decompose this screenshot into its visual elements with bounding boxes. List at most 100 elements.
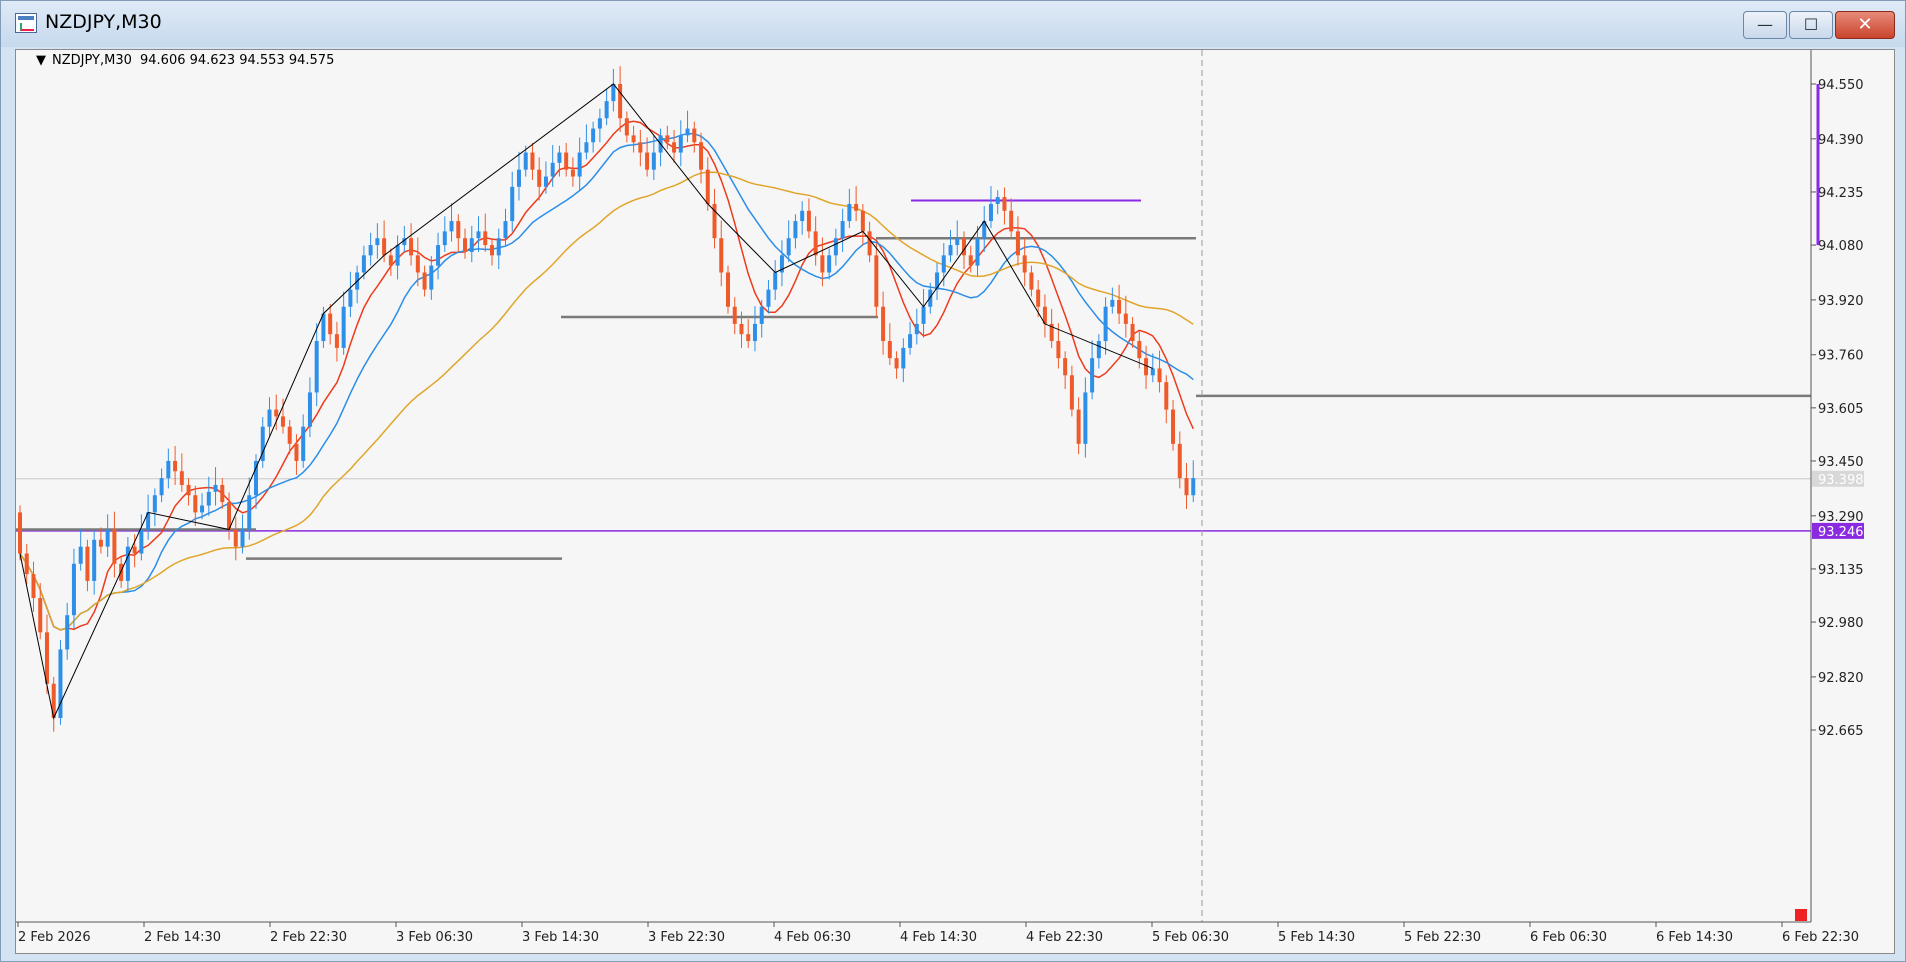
fast-ma-line (19, 120, 1194, 631)
bear-candle (705, 169, 710, 204)
bull-candle (375, 238, 380, 246)
bear-candle (860, 210, 865, 232)
bear-candle (638, 142, 643, 153)
bear-candle (672, 142, 677, 153)
bear-candle (132, 546, 137, 554)
bear-candle (1069, 375, 1074, 410)
bear-candle (1022, 255, 1027, 273)
price-tick-label: 93.605 (1818, 402, 1864, 417)
bull-candle (611, 84, 616, 102)
bull-candle (105, 529, 110, 547)
bear-candle (968, 255, 973, 266)
bull-candle (914, 323, 919, 335)
bear-candle (820, 255, 825, 273)
chart-area[interactable]: 94.550 94.390 94.235 94.080 93.920 93.760 93.6… (15, 49, 1895, 954)
time-tick-label: 4 Feb 06:30 (774, 930, 851, 945)
bear-candle (24, 553, 29, 575)
symbol-menu-icon[interactable]: ▼ (36, 53, 46, 68)
bull-candle (793, 221, 798, 239)
bear-candle (409, 238, 414, 256)
bear-candle (220, 484, 225, 503)
bull-candle (503, 221, 508, 239)
bull-candle (1103, 306, 1108, 342)
time-tick-label: 5 Feb 06:30 (1152, 930, 1229, 945)
time-tick-label: 2 Feb 2026 (18, 930, 91, 945)
bear-candle (867, 231, 872, 256)
bull-candle (1150, 368, 1155, 376)
bear-candle (1184, 478, 1189, 496)
bull-candle (800, 210, 805, 222)
bear-candle (537, 169, 542, 187)
bear-candle (415, 255, 420, 273)
price-tick-label: 92.820 (1818, 671, 1864, 686)
bull-candle (206, 491, 211, 506)
bull-candle (361, 255, 366, 273)
bull-candle (995, 197, 1000, 204)
bull-candle (1090, 358, 1095, 393)
bear-candle (463, 238, 468, 252)
bull-candle (773, 272, 778, 290)
bull-candle (752, 323, 757, 342)
price-tick-label: 94.550 (1818, 78, 1864, 93)
bull-candle (58, 649, 63, 719)
bear-candle (186, 484, 191, 496)
bull-candle (577, 152, 582, 177)
bull-candle (1191, 478, 1196, 496)
bear-candle (382, 238, 387, 256)
price-chart[interactable]: 94.550 94.390 94.235 94.080 93.920 93.760 93.6… (16, 50, 1894, 953)
bear-candle (813, 231, 818, 256)
bear-candle (874, 255, 879, 307)
bull-candle (597, 118, 602, 129)
bull-candle (840, 221, 845, 239)
bear-candle (624, 118, 629, 136)
bear-candle (726, 272, 730, 307)
bull-candle (786, 238, 791, 256)
ohlc-values: 94.606 94.623 94.553 94.575 (140, 53, 334, 68)
bull-candle (651, 152, 656, 170)
bear-candle (732, 306, 737, 324)
bear-candle (746, 334, 751, 342)
bull-candle (65, 615, 70, 650)
time-tick-label: 3 Feb 14:30 (522, 930, 599, 945)
bear-candle (570, 169, 575, 177)
bull-candle (442, 231, 447, 246)
maximize-button[interactable]: ☐ (1789, 11, 1833, 39)
bear-candle (334, 334, 339, 348)
bear-candle (564, 152, 569, 170)
bull-candle (267, 409, 272, 427)
bear-candle (881, 306, 886, 342)
bull-candle (71, 563, 76, 616)
time-tick-label: 6 Feb 14:30 (1656, 930, 1733, 945)
bear-candle (233, 529, 238, 547)
bull-candle (523, 152, 528, 170)
price-tick-label: 94.080 (1818, 239, 1864, 254)
bull-candle (975, 238, 980, 266)
title-bar[interactable]: NZDJPY,M30 — ☐ ✕ (1, 1, 1905, 47)
bear-candle (618, 84, 623, 119)
time-tick-label: 2 Feb 14:30 (144, 930, 221, 945)
bull-candle (254, 460, 258, 496)
add-indicator-icon[interactable] (1795, 909, 1807, 921)
bull-candle (550, 162, 555, 177)
bear-candle (1002, 197, 1007, 211)
bear-candle (699, 142, 704, 170)
bull-candle (139, 529, 144, 554)
bull-candle (301, 426, 306, 461)
bear-candle (719, 238, 724, 273)
bull-candle (827, 255, 832, 273)
purple-level-label: 93.246 (1818, 525, 1864, 540)
price-tick-label: 93.920 (1818, 294, 1864, 309)
bull-candle (307, 392, 312, 427)
bear-candle (31, 574, 36, 599)
time-tick-label: 4 Feb 14:30 (900, 930, 977, 945)
minimize-button[interactable]: — (1743, 11, 1787, 39)
bull-candle (200, 505, 205, 513)
bull-candle (240, 529, 245, 547)
close-button[interactable]: ✕ (1835, 11, 1895, 39)
bull-candle (510, 186, 515, 222)
price-tick-label: 92.980 (1818, 616, 1864, 631)
maximize-icon: ☐ (1803, 15, 1819, 34)
bear-candle (287, 426, 292, 444)
bull-candle (941, 255, 946, 273)
bear-candle (85, 546, 90, 581)
